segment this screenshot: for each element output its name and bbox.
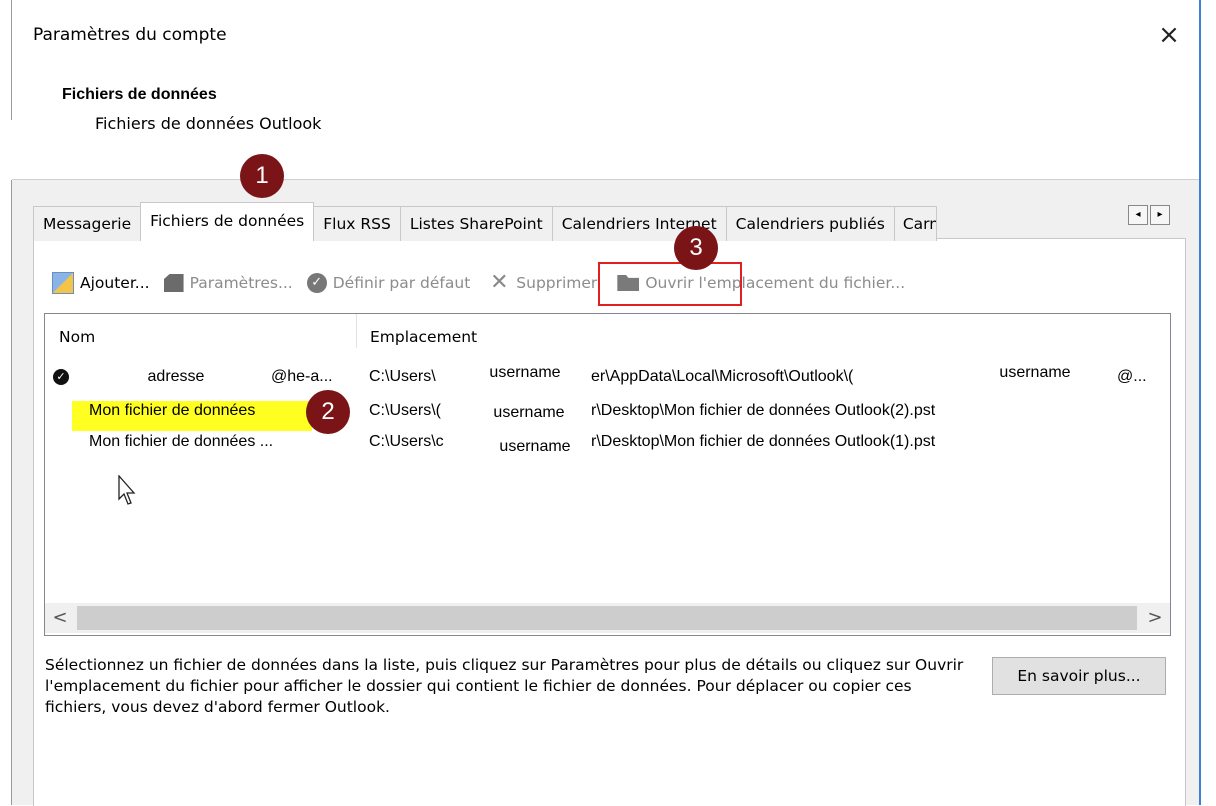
row-name: Mon fichier de données <box>89 402 256 419</box>
learn-more-button[interactable]: En savoir plus... <box>992 657 1166 695</box>
masked-username: username <box>975 359 1095 387</box>
help-text: Sélectionnez un fichier de données dans … <box>45 656 964 716</box>
step-badge-3: 3 <box>674 226 718 270</box>
data-files-list[interactable]: Nom Emplacement ✓ adresse @he-a... C:\Us… <box>44 313 1171 636</box>
add-button[interactable]: Ajouter... <box>52 272 150 294</box>
step-badge-2: 2 <box>306 390 350 434</box>
dialog-title: Paramètres du compte <box>33 25 227 45</box>
row-location-path: r\Desktop\Mon fichier de données Outlook… <box>591 433 936 450</box>
set-default-label: Définir par défaut <box>332 274 471 292</box>
masked-name: adresse <box>85 363 267 391</box>
section-subtitle: Fichiers de données Outlook <box>95 114 322 133</box>
column-header-location[interactable]: Emplacement <box>370 328 477 346</box>
list-row-selected[interactable]: Mon fichier de données C:\Users\( userna… <box>45 397 1170 427</box>
toolbar: Ajouter... Paramètres... ✓ Définir par d… <box>52 268 919 298</box>
set-default-button[interactable]: ✓ Définir par défaut <box>306 273 471 293</box>
delete-x-icon: ✕ <box>490 270 509 295</box>
list-row[interactable]: Mon fichier de données ... C:\Users\c us… <box>45 428 1170 461</box>
column-header-name[interactable]: Nom <box>59 328 95 346</box>
horizontal-scrollbar[interactable]: < > <box>45 603 1170 633</box>
scroll-right-icon[interactable]: > <box>1140 603 1170 633</box>
remove-button-label: Supprimer <box>516 274 598 292</box>
header-divider <box>12 179 1199 180</box>
settings-button-label: Paramètres... <box>189 274 293 292</box>
tab-fichiers-de-donnees[interactable]: Fichiers de données <box>140 202 315 240</box>
step-badge-1: 1 <box>240 154 284 198</box>
row-name-suffix: @he-a... <box>271 368 333 385</box>
tab-carnets-adresses[interactable]: Carnets d'adresses <box>893 206 937 241</box>
close-icon[interactable]: × <box>1152 18 1186 52</box>
row-location-end: @... <box>1117 368 1147 385</box>
tab-calendriers-publies[interactable]: Calendriers publiés <box>725 206 895 241</box>
row-location-prefix: C:\Users\ <box>369 368 436 385</box>
window-edge <box>11 0 12 120</box>
scrollbar-thumb[interactable] <box>77 606 1137 630</box>
mouse-cursor-icon <box>118 475 136 505</box>
column-divider <box>356 314 357 348</box>
section-title: Fichiers de données <box>62 86 217 103</box>
masked-username: username <box>471 399 587 427</box>
tab-messagerie[interactable]: Messagerie <box>33 206 142 241</box>
masked-username: username <box>465 359 585 387</box>
list-row-default[interactable]: ✓ adresse @he-a... C:\Users\ username er… <box>45 359 1170 391</box>
callout-highlight-box <box>598 262 742 306</box>
tab-scroll-buttons: ◂ ▸ <box>1128 205 1172 225</box>
tab-strip: Messagerie Fichiers de données Flux RSS … <box>33 202 937 241</box>
tab-flux-rss[interactable]: Flux RSS <box>313 206 401 241</box>
add-data-file-icon <box>52 272 74 294</box>
tab-listes-sharepoint[interactable]: Listes SharePoint <box>399 206 553 241</box>
settings-button[interactable]: Paramètres... <box>163 274 293 292</box>
check-circle-icon: ✓ <box>306 273 327 293</box>
add-button-label: Ajouter... <box>80 274 150 292</box>
tab-scroll-left-icon[interactable]: ◂ <box>1128 205 1148 225</box>
row-name: Mon fichier de données ... <box>89 433 274 450</box>
settings-icon <box>163 274 184 292</box>
window-edge <box>11 180 12 805</box>
masked-username: username <box>477 433 593 461</box>
scroll-left-icon[interactable]: < <box>45 603 75 633</box>
row-location-path: er\AppData\Local\Microsoft\Outlook\( <box>591 368 854 385</box>
default-check-icon: ✓ <box>53 369 69 385</box>
row-location-prefix: C:\Users\c <box>369 433 444 450</box>
row-location-path: r\Desktop\Mon fichier de données Outlook… <box>591 402 936 419</box>
tab-scroll-right-icon[interactable]: ▸ <box>1150 205 1170 225</box>
row-location-prefix: C:\Users\( <box>369 402 441 419</box>
window-border <box>1199 0 1201 805</box>
remove-button[interactable]: ✕ Supprimer <box>488 272 597 294</box>
